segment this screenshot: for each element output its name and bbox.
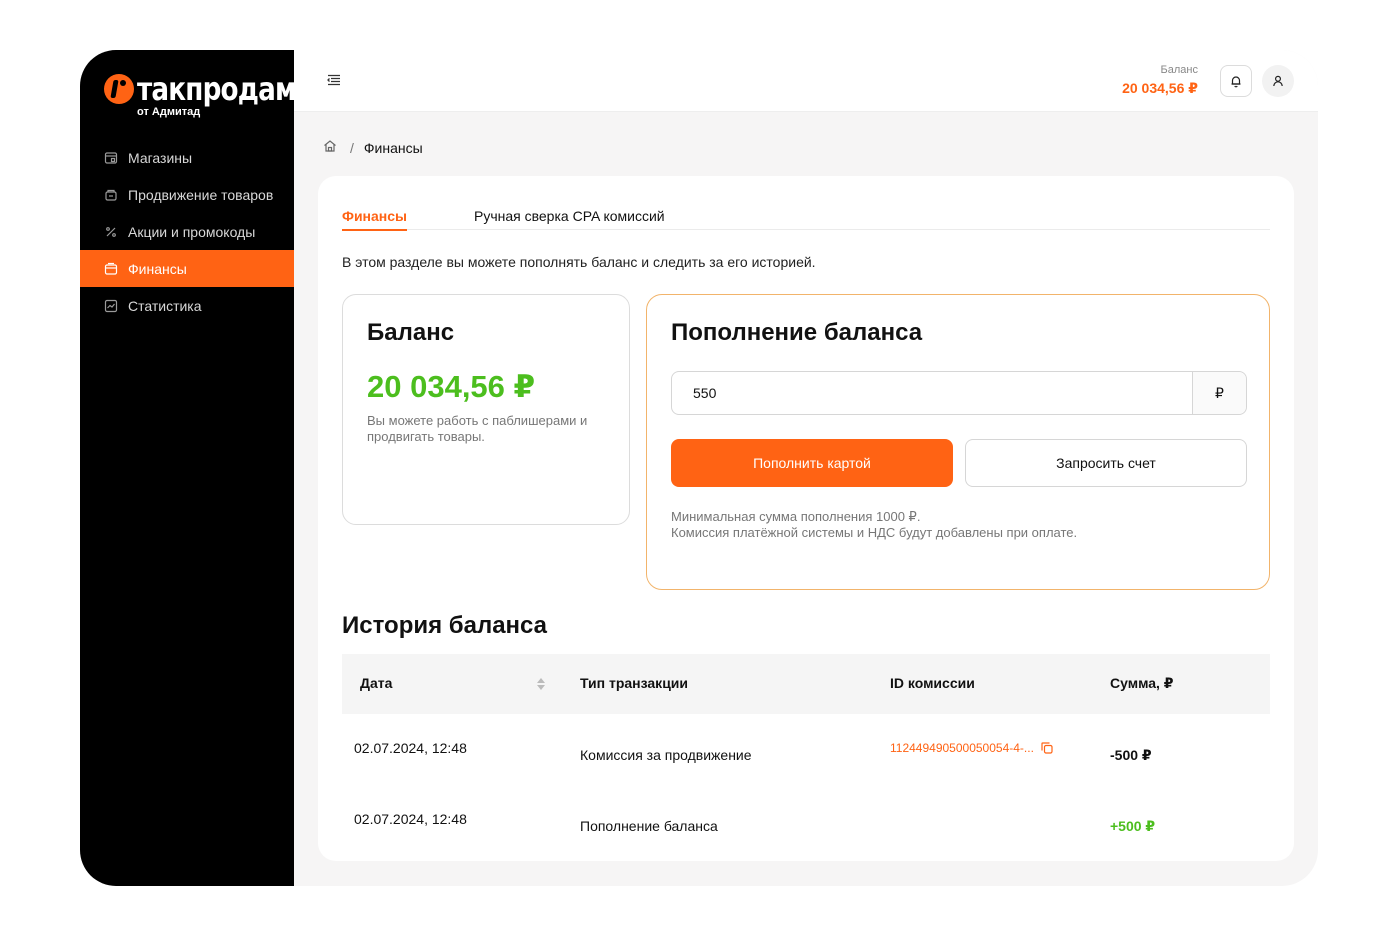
sidebar-nav: Магазины Продвижение товаров Акции и про… — [80, 139, 294, 324]
brand-logo[interactable]: такпродам от Адмитад — [104, 70, 296, 122]
sidebar-item-finance[interactable]: Финансы — [80, 250, 294, 287]
sort-icon[interactable] — [536, 676, 546, 692]
history-title: История баланса — [342, 612, 548, 639]
table-row: 02.07.2024, 12:48 Комиссия за продвижени… — [342, 714, 1270, 785]
cell-type: Комиссия за продвижение — [580, 747, 752, 763]
table-row: 02.07.2024, 12:48 Пополнение баланса +50… — [342, 785, 1270, 856]
commission-id-link[interactable]: 112449490500050054-4-... — [890, 741, 1054, 755]
intro-text: В этом разделе вы можете пополнять балан… — [342, 254, 816, 270]
menu-toggle-icon[interactable] — [326, 72, 342, 88]
finance-card: Финансы Ручная сверка CPA комиссий В это… — [318, 176, 1294, 861]
balance-amount: 20 034,56 ₽ — [367, 369, 536, 404]
brand-name: такпродам — [137, 70, 296, 108]
topup-title: Пополнение баланса — [671, 319, 923, 346]
column-header-date[interactable]: Дата — [360, 675, 392, 691]
sidebar-item-label: Финансы — [128, 260, 187, 277]
topup-card: Пополнение баланса ₽ Пополнить картой За… — [646, 294, 1270, 590]
header-balance-label: Баланс — [1160, 64, 1198, 76]
sidebar-item-promocodes[interactable]: Акции и промокоды — [80, 213, 294, 250]
cell-sum: -500 ₽ — [1110, 747, 1152, 763]
tabs: Финансы Ручная сверка CPA комиссий — [342, 208, 1270, 231]
header-balance-value: 20 034,56 ₽ — [1122, 80, 1198, 96]
sidebar-item-label: Статистика — [128, 297, 202, 314]
chart-icon — [104, 299, 118, 313]
sidebar: такпродам от Адмитад Магазины Продвижени… — [80, 50, 296, 886]
brand-mark-icon — [104, 74, 134, 104]
cell-id: 112449490500050054-4-... — [890, 741, 1054, 755]
sidebar-item-statistics[interactable]: Статистика — [80, 287, 294, 324]
amount-field: ₽ — [671, 371, 1247, 415]
cell-date: 02.07.2024, 12:48 — [354, 740, 467, 756]
column-header-sum: Сумма, ₽ — [1110, 675, 1174, 691]
promotion-icon — [104, 188, 118, 202]
topup-note-line-1: Минимальная сумма пополнения 1000 ₽. — [671, 509, 921, 524]
cell-sum: +500 ₽ — [1110, 818, 1156, 834]
topup-note-line-2: Комиссия платёжной системы и НДС будут д… — [671, 525, 1078, 540]
tab-cpa-reconciliation[interactable]: Ручная сверка CPA комиссий — [474, 208, 665, 230]
breadcrumb-separator: / — [350, 139, 354, 156]
history-table: Дата Тип транзакции ID комиссии Сумма, ₽… — [342, 654, 1270, 856]
tab-finance[interactable]: Финансы — [342, 208, 407, 231]
sidebar-item-stores[interactable]: Магазины — [80, 139, 294, 176]
copy-icon[interactable] — [1040, 741, 1054, 755]
balance-card: Баланс 20 034,56 ₽ Вы можете работь с па… — [342, 294, 630, 525]
balance-description: Вы можете работь с паблишерами и продвиг… — [367, 413, 588, 444]
breadcrumb-current: Финансы — [363, 139, 423, 156]
balance-card-title: Баланс — [367, 319, 455, 346]
request-invoice-button[interactable]: Запросить счет — [965, 439, 1247, 487]
profile-button[interactable] — [1262, 65, 1294, 97]
commission-id-text: 112449490500050054-4-... — [890, 741, 1034, 755]
pay-by-card-button[interactable]: Пополнить картой — [671, 439, 953, 487]
cell-type: Пополнение баланса — [580, 818, 718, 834]
currency-suffix: ₽ — [1192, 372, 1246, 414]
topbar: Баланс 20 034,56 ₽ — [294, 50, 1318, 112]
amount-input[interactable] — [672, 372, 1192, 414]
sidebar-item-label: Продвижение товаров — [128, 186, 274, 203]
header-balance: Баланс 20 034,56 ₽ — [1122, 64, 1198, 97]
column-header-id: ID комиссии — [890, 675, 975, 691]
column-header-type: Тип транзакции — [580, 675, 689, 691]
sidebar-item-label: Акции и промокоды — [128, 223, 256, 240]
breadcrumb: / Финансы — [322, 138, 423, 157]
notifications-button[interactable] — [1220, 65, 1252, 97]
percent-icon — [104, 225, 118, 239]
sidebar-item-promotion[interactable]: Продвижение товаров — [80, 176, 294, 213]
cell-date: 02.07.2024, 12:48 — [354, 811, 467, 827]
store-icon — [104, 151, 118, 165]
topup-note: Минимальная сумма пополнения 1000 ₽. Ком… — [671, 509, 1077, 541]
brand-sub: от Адмитад — [137, 106, 201, 118]
wallet-icon — [104, 262, 118, 276]
sidebar-item-label: Магазины — [128, 149, 193, 166]
home-icon[interactable] — [322, 138, 338, 157]
bell-icon — [1231, 76, 1241, 88]
user-icon — [1273, 75, 1283, 87]
table-header: Дата Тип транзакции ID комиссии Сумма, ₽ — [342, 654, 1270, 714]
app-frame: такпродам от Адмитад Магазины Продвижени… — [80, 50, 1318, 886]
